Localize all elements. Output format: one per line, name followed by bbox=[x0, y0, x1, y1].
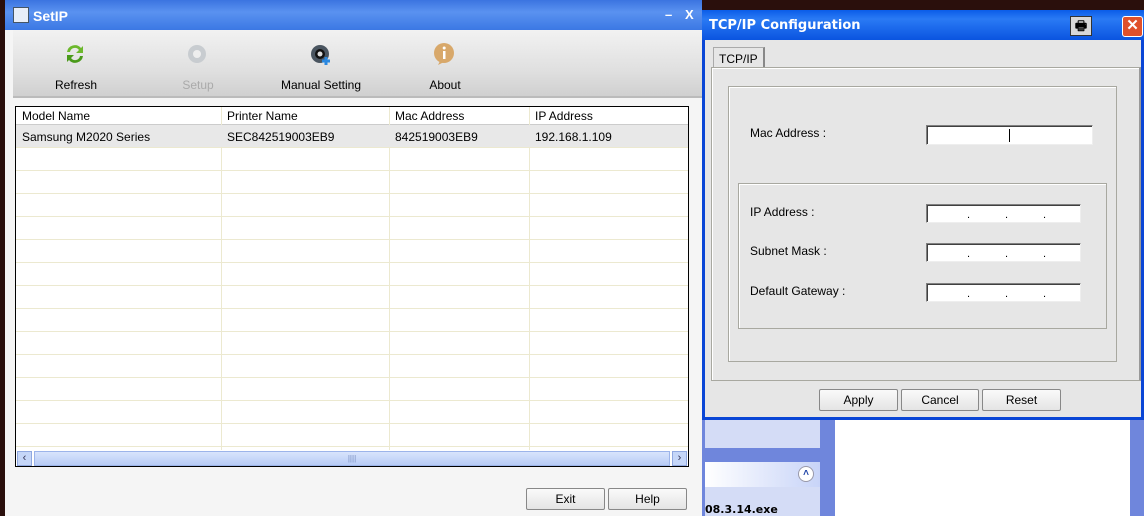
refresh-icon bbox=[67, 45, 83, 63]
scroll-left-button[interactable]: ‹ bbox=[17, 451, 32, 466]
scroll-thumb[interactable]: |||| bbox=[34, 451, 670, 466]
tab-tcpip[interactable]: TCP/IP bbox=[713, 47, 765, 68]
empty-table-row bbox=[16, 332, 688, 355]
close-button[interactable]: ✕ bbox=[1122, 16, 1143, 37]
empty-table-row bbox=[16, 240, 688, 263]
setup-button[interactable]: Setup bbox=[138, 30, 258, 98]
close-button[interactable]: X bbox=[685, 7, 694, 22]
mac-address-input[interactable] bbox=[926, 125, 1093, 145]
collapse-icon[interactable]: ˄ bbox=[798, 466, 814, 482]
dialog-title: TCP/IP Configuration bbox=[709, 18, 861, 33]
empty-table-row bbox=[16, 355, 688, 378]
gear-add-icon bbox=[311, 45, 330, 65]
default-gateway-label: Default Gateway : bbox=[750, 284, 846, 298]
file-name[interactable]: 08.3.14.exe bbox=[705, 503, 778, 516]
app-icon bbox=[13, 7, 29, 23]
ip-address-label: IP Address : bbox=[750, 205, 815, 219]
scroll-right-button[interactable]: › bbox=[672, 451, 687, 466]
subnet-mask-input[interactable]: ... bbox=[926, 243, 1081, 262]
default-gateway-input[interactable]: ... bbox=[926, 283, 1081, 302]
empty-table-row bbox=[16, 309, 688, 332]
empty-table-row bbox=[16, 378, 688, 401]
setip-window: SetIP – X Refresh Setup Manual Setting A… bbox=[5, 0, 702, 516]
help-button[interactable]: Help bbox=[608, 488, 687, 510]
empty-table-row bbox=[16, 148, 688, 171]
dialog-title-bar[interactable]: TCP/IP Configuration 🖶 ✕ bbox=[702, 10, 1144, 40]
window-title: SetIP bbox=[33, 8, 69, 24]
background-window: ˄ 08.3.14.exe bbox=[702, 420, 1144, 516]
about-button[interactable]: About bbox=[385, 30, 505, 98]
title-bar[interactable]: SetIP – X bbox=[5, 0, 702, 30]
refresh-button[interactable]: Refresh bbox=[16, 30, 136, 98]
reset-button[interactable]: Reset bbox=[982, 389, 1061, 411]
info-icon bbox=[434, 43, 454, 65]
empty-table-row bbox=[16, 171, 688, 194]
tcpip-dialog: TCP/IP Configuration 🖶 ✕ TCP/IP Mac Addr… bbox=[702, 10, 1144, 420]
subnet-mask-label: Subnet Mask : bbox=[750, 244, 827, 258]
printer-icon[interactable]: 🖶 bbox=[1070, 16, 1092, 36]
printer-table: Model Name Printer Name Mac Address IP A… bbox=[15, 106, 689, 467]
exit-button[interactable]: Exit bbox=[526, 488, 605, 510]
gear-icon bbox=[188, 45, 206, 63]
column-header[interactable]: Model Name bbox=[22, 109, 90, 123]
ip-address-input[interactable]: ... bbox=[926, 204, 1081, 223]
column-header[interactable]: Mac Address bbox=[395, 109, 464, 123]
column-header[interactable]: IP Address bbox=[535, 109, 593, 123]
manual-setting-button[interactable]: Manual Setting bbox=[261, 30, 381, 98]
empty-table-row bbox=[16, 263, 688, 286]
table-row[interactable]: Samsung M2020 Series SEC842519003EB9 842… bbox=[16, 125, 688, 148]
empty-table-row bbox=[16, 424, 688, 447]
column-header[interactable]: Printer Name bbox=[227, 109, 298, 123]
horizontal-scrollbar[interactable]: ‹ |||| › bbox=[16, 450, 688, 466]
empty-table-row bbox=[16, 286, 688, 309]
apply-button[interactable]: Apply bbox=[819, 389, 898, 411]
mac-label: Mac Address : bbox=[750, 126, 827, 140]
cancel-button[interactable]: Cancel bbox=[901, 389, 979, 411]
table-header: Model Name Printer Name Mac Address IP A… bbox=[16, 107, 688, 125]
minimize-button[interactable]: – bbox=[665, 7, 672, 22]
empty-table-row bbox=[16, 194, 688, 217]
empty-table-row bbox=[16, 401, 688, 424]
text-cursor bbox=[1009, 129, 1010, 142]
toolbar: Refresh Setup Manual Setting About bbox=[13, 30, 702, 98]
empty-table-row bbox=[16, 217, 688, 240]
